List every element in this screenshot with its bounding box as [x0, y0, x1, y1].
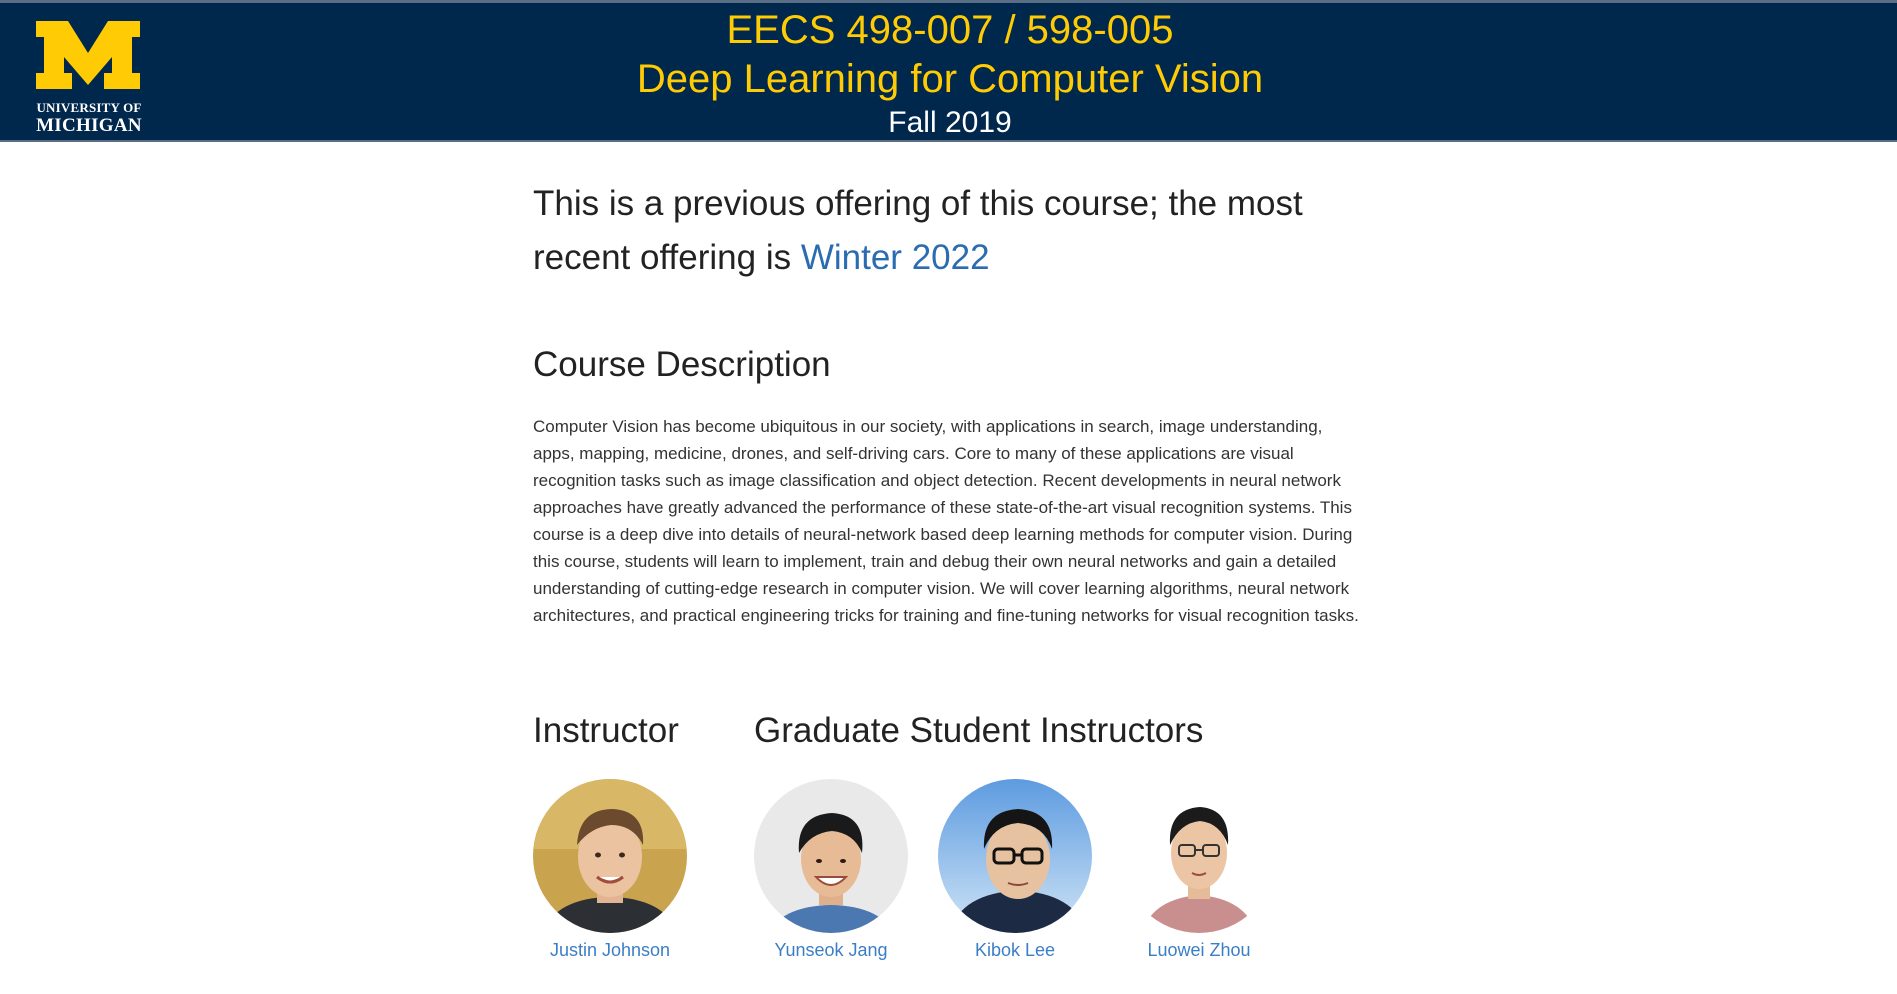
block-m-icon	[36, 21, 140, 89]
staff-card-luowei-zhou: Luowei Zhou	[1109, 779, 1289, 961]
winter-2022-link[interactable]: Winter 2022	[801, 238, 990, 277]
person-photo-icon	[533, 779, 687, 933]
course-description-text: Computer Vision has become ubiquitous in…	[533, 417, 1359, 625]
person-photo-icon	[754, 779, 908, 933]
staff-card-yunseok-jang: Yunseok Jang	[741, 779, 921, 961]
avatar[interactable]	[533, 779, 687, 933]
previous-offering-notice: This is a previous offering of this cour…	[533, 177, 1363, 285]
staff-card-justin-johnson: Justin Johnson	[520, 779, 700, 961]
site-header: UNIVERSITY OF MICHIGAN EECS 498-007 / 59…	[0, 0, 1897, 142]
course-title: Deep Learning for Computer Vision	[636, 57, 1264, 101]
course-description-heading: Course Description	[533, 345, 831, 384]
person-photo-icon	[938, 779, 1092, 933]
instructor-heading: Instructor	[533, 711, 679, 750]
avatar[interactable]	[938, 779, 1092, 933]
staff-card-kibok-lee: Kibok Lee	[925, 779, 1105, 961]
avatar[interactable]	[754, 779, 908, 933]
staff-name-link[interactable]: Luowei Zhou	[1109, 939, 1289, 961]
staff-name-link[interactable]: Kibok Lee	[925, 939, 1105, 961]
gsi-heading: Graduate Student Instructors	[754, 711, 1204, 750]
logo-university-of: UNIVERSITY OF	[36, 100, 142, 115]
course-code: EECS 498-007 / 598-005	[726, 8, 1174, 52]
staff-name-link[interactable]: Yunseok Jang	[741, 939, 921, 961]
logo-michigan: MICHIGAN	[36, 115, 142, 136]
university-logo[interactable]: UNIVERSITY OF MICHIGAN	[32, 17, 144, 135]
course-term: Fall 2019	[888, 106, 1012, 139]
person-photo-icon	[1122, 779, 1276, 933]
staff-name-link[interactable]: Justin Johnson	[520, 939, 700, 961]
avatar[interactable]	[1122, 779, 1276, 933]
